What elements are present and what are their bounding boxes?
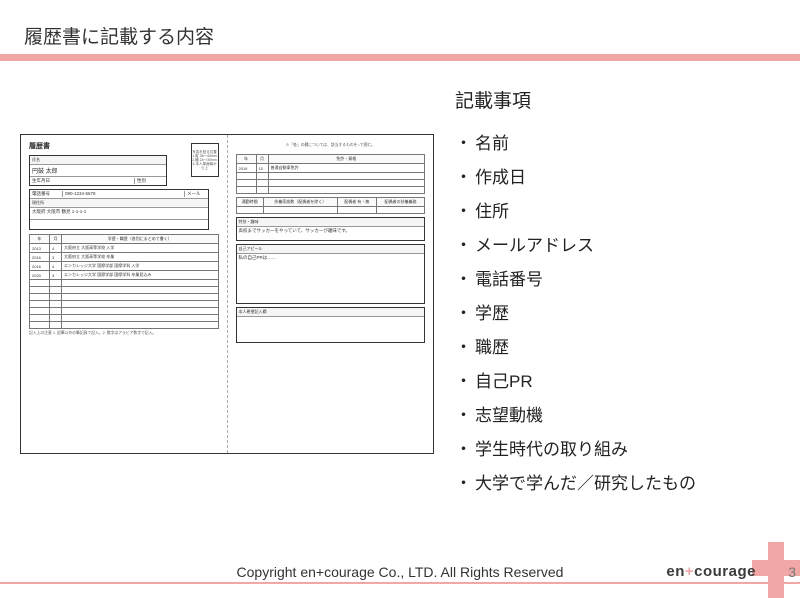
table-row: 20134大阪府立 大阪高等学校 入学 <box>30 244 219 253</box>
resume-thumbnail: 履歴書 写真を貼る位置 1.縦 36〜40mm 2.横 24〜30mm 3.本人… <box>20 134 434 454</box>
table-row <box>30 322 219 329</box>
right-note: ※「各」の欄については、該当するものを○で囲む。 <box>236 143 426 148</box>
table-row <box>236 180 425 187</box>
list-item: 住所 <box>455 195 775 229</box>
field-list: 記載事項 名前 作成日 住所 メールアドレス 電話番号 学歴 職歴 自己PR 志… <box>455 86 775 501</box>
pr-value: 私の自己PRは…… <box>237 253 425 303</box>
wish-value <box>237 316 425 342</box>
brand-part-a: en <box>666 563 685 580</box>
name-value: 円鼓 太郎 <box>30 164 166 176</box>
phone-value: 090-1234-5678 <box>62 191 184 197</box>
brand-logo: en+courage <box>666 563 756 580</box>
list-item: 作成日 <box>455 161 775 195</box>
pr-label: 自己アピール <box>237 245 425 253</box>
list-item: 自己PR <box>455 365 775 399</box>
table-row <box>30 301 219 308</box>
table-row <box>30 315 219 322</box>
list-item: 職歴 <box>455 331 775 365</box>
address-label: 現住所 <box>30 198 208 207</box>
table-row: 20203エンカレッジ大学 国際学部 国際学科 卒業見込み <box>30 271 219 280</box>
cert-header: 免許・資格 <box>268 155 425 164</box>
hobby-label: 特技・趣味 <box>237 218 425 226</box>
list-item: 大学で学んだ／研究したもの <box>455 467 775 501</box>
table-row <box>30 294 219 301</box>
spouse-label: 配偶者 有・無 <box>337 198 376 207</box>
email-label: メール <box>184 191 206 197</box>
list-items: 名前 作成日 住所 メールアドレス 電話番号 学歴 職歴 自己PR 志望動機 学… <box>455 127 775 501</box>
list-item: メールアドレス <box>455 229 775 263</box>
gender-label: 性別 <box>134 178 164 184</box>
list-item: 名前 <box>455 127 775 161</box>
commute-label: 通勤時間 <box>236 198 263 207</box>
cert-table: 年月免許・資格 201910普通自動車免許 <box>236 154 426 194</box>
brand-part-b: courage <box>694 563 756 580</box>
footer-bar <box>0 582 800 584</box>
table-row <box>30 287 219 294</box>
main-area: 履歴書 写真を貼る位置 1.縦 36〜40mm 2.横 24〜30mm 3.本人… <box>0 86 800 558</box>
address-value: 大阪府 大阪市 鶴見 1-1-1-1 <box>30 207 208 219</box>
table-row <box>236 173 425 180</box>
list-item: 学歴 <box>455 297 775 331</box>
resume-left-page: 履歴書 写真を貼る位置 1.縦 36〜40mm 2.横 24〜30mm 3.本人… <box>21 135 227 453</box>
education-table: 年月学歴・職歴（各別にまとめて書く） 20134大阪府立 大阪高等学校 入学 2… <box>29 234 219 329</box>
photo-box: 写真を貼る位置 1.縦 36〜40mm 2.横 24〜30mm 3.本人単身胸か… <box>191 143 219 177</box>
page-number: 3 <box>788 564 796 580</box>
dependents-label: 扶養家族数（配偶者を除く） <box>263 198 337 207</box>
contact-extra <box>30 219 208 229</box>
title-underline <box>0 54 800 61</box>
table-row <box>236 207 425 214</box>
brand-plus: + <box>685 563 694 580</box>
list-item: 志望動機 <box>455 399 775 433</box>
resume-right-page: ※「各」の欄については、該当するものを○で囲む。 年月免許・資格 201910普… <box>227 135 434 453</box>
spouse-support-label: 配偶者の扶養義務 <box>376 198 424 207</box>
phone-label: 電話番号 <box>32 191 62 197</box>
list-item: 学生時代の取り組み <box>455 433 775 467</box>
hobby-value: 高校までサッカーをやっていて、サッカーが趣味です。 <box>237 226 425 240</box>
table-row: 20163大阪府立 大阪高等学校 卒業 <box>30 253 219 262</box>
list-item: 電話番号 <box>455 263 775 297</box>
edu-header: 学歴・職歴（各別にまとめて書く） <box>62 235 219 244</box>
table-row: 201910普通自動車免許 <box>236 164 425 173</box>
wish-label: 本人希望記入欄 <box>237 308 425 316</box>
page-title: 履歴書に記載する内容 <box>24 22 214 49</box>
birth-label: 生年月日 <box>32 178 134 184</box>
footnote: 記入上の注意 1. 鉛筆以外の筆記具で記入。2. 数字はアラビア数字で記入。 <box>29 331 219 336</box>
table-row <box>30 308 219 315</box>
commute-table: 通勤時間 扶養家族数（配偶者を除く） 配偶者 有・無 配偶者の扶養義務 <box>236 197 426 214</box>
list-title: 記載事項 <box>455 86 775 113</box>
table-row <box>236 187 425 194</box>
name-label: 氏名 <box>30 156 166 164</box>
table-row: 20164エンカレッジ大学 国際学部 国際学科 入学 <box>30 262 219 271</box>
table-row <box>30 280 219 287</box>
